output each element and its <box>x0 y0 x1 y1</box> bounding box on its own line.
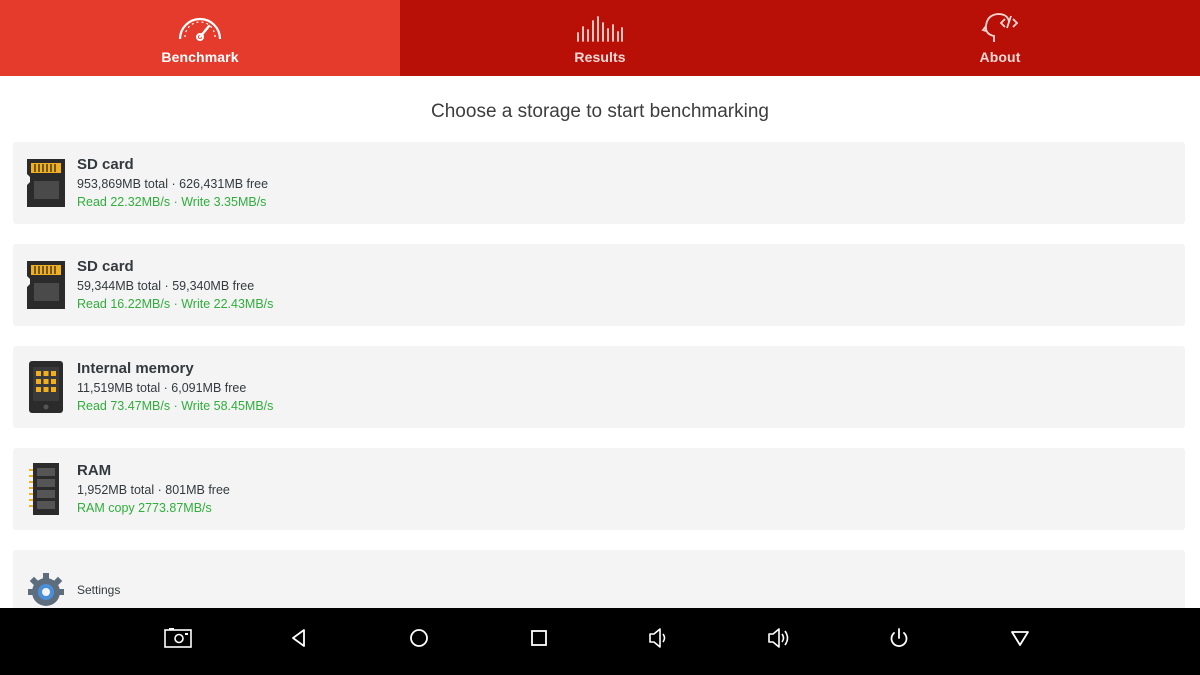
screenshot-button[interactable] <box>158 618 198 658</box>
back-button[interactable] <box>279 618 319 658</box>
bar-chart-icon <box>577 16 623 42</box>
home-icon <box>410 629 428 647</box>
phone-chip-icon <box>29 361 63 413</box>
storage-item-sd-card-2[interactable]: SD card 59,344MB total · 59,340MB free R… <box>13 244 1185 326</box>
top-tab-bar: Benchmark Results About <box>0 0 1200 76</box>
power-icon <box>890 628 908 647</box>
gear-icon <box>28 573 64 606</box>
storage-item-ram[interactable]: RAM 1,952MB total · 801MB free RAM copy … <box>13 448 1185 530</box>
storage-speed: Read 73.47MB/s · Write 58.45MB/s <box>77 399 274 413</box>
storage-name: Internal memory <box>77 360 194 377</box>
screenshot-icon <box>164 628 192 648</box>
tab-benchmark[interactable]: Benchmark <box>0 0 400 76</box>
storage-capacity: 1,952MB total · 801MB free <box>77 483 230 497</box>
storage-capacity: 953,869MB total · 626,431MB free <box>77 177 269 191</box>
storage-name: SD card <box>77 156 134 173</box>
storage-item-internal-memory[interactable]: Internal memory 11,519MB total · 6,091MB… <box>13 346 1185 428</box>
hide-nav-button[interactable] <box>1000 618 1040 658</box>
hide-nav-icon <box>1011 631 1029 646</box>
head-code-icon <box>981 13 1019 42</box>
back-icon <box>292 629 305 647</box>
settings-label: Settings <box>77 583 121 597</box>
tab-results-label: Results <box>574 49 626 65</box>
storage-name: SD card <box>77 258 134 275</box>
volume-up-icon <box>768 628 789 648</box>
storage-item-sd-card-1[interactable]: SD card 953,869MB total · 626,431MB free… <box>13 142 1185 224</box>
speedometer-icon <box>178 17 222 41</box>
settings-item[interactable]: Settings <box>13 550 1185 608</box>
storage-name: RAM <box>77 462 112 479</box>
storage-speed: Read 22.32MB/s · Write 3.35MB/s <box>77 195 267 209</box>
storage-speed: RAM copy 2773.87MB/s <box>77 501 212 515</box>
volume-down-icon <box>649 628 666 648</box>
home-button[interactable] <box>399 618 439 658</box>
page-title: Choose a storage to start benchmarking <box>431 101 769 122</box>
recents-button[interactable] <box>519 618 559 658</box>
sd-card-icon <box>27 159 65 207</box>
system-navigation-bar <box>0 608 1200 675</box>
ram-icon <box>29 463 59 515</box>
sd-card-icon <box>27 261 65 309</box>
volume-down-button[interactable] <box>638 618 678 658</box>
benchmark-page: Choose a storage to start benchmarking S… <box>0 76 1200 608</box>
tab-about-label: About <box>979 49 1021 65</box>
recents-icon <box>531 630 547 646</box>
storage-capacity: 59,344MB total · 59,340MB free <box>77 279 255 293</box>
volume-up-button[interactable] <box>759 618 799 658</box>
tab-benchmark-label: Benchmark <box>161 49 239 65</box>
storage-capacity: 11,519MB total · 6,091MB free <box>77 381 247 395</box>
tab-about[interactable]: About <box>800 0 1200 76</box>
power-button[interactable] <box>879 618 919 658</box>
tab-results[interactable]: Results <box>400 0 800 76</box>
storage-speed: Read 16.22MB/s · Write 22.43MB/s <box>77 297 274 311</box>
